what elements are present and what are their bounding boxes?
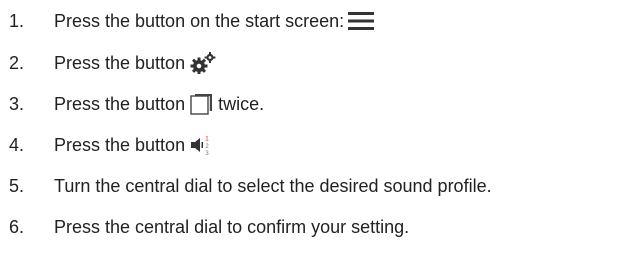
step-number: 5. — [9, 176, 25, 196]
settings-gears-icon — [190, 52, 216, 74]
sound-level-2: 2 — [205, 144, 209, 150]
step-5: 5. Turn the central dial to select the d… — [0, 171, 492, 201]
sound-level-3: 3 — [205, 151, 209, 156]
step-number: 4. — [9, 135, 25, 155]
step-text-after: twice. — [218, 94, 265, 114]
step-number: 3. — [9, 94, 25, 114]
step-text: Press the button — [54, 94, 186, 114]
step-number: 2. — [9, 53, 25, 73]
step-text: Press the central dial to confirm your s… — [54, 217, 410, 237]
step-1: 1. Press the button on the start screen: — [0, 6, 375, 36]
step-2: 2. Press the button — [0, 48, 216, 78]
step-text: Turn the central dial to select the desi… — [54, 176, 492, 196]
step-text: Press the button — [54, 135, 186, 155]
step-text: Press the button on the start screen: — [54, 11, 345, 31]
step-number: 1. — [9, 11, 25, 31]
speaker-sound-profile-icon: 1 2 3 — [190, 134, 212, 156]
step-3: 3. Press the button twice. — [0, 89, 264, 119]
step-6: 6. Press the central dial to confirm you… — [0, 212, 409, 242]
window-page-icon — [190, 93, 214, 115]
hamburger-menu-icon — [348, 11, 375, 31]
step-4: 4. Press the button 1 2 3 — [0, 130, 212, 160]
step-text: Press the button — [54, 53, 186, 73]
sound-level-1: 1 — [205, 136, 209, 143]
step-number: 6. — [9, 217, 25, 237]
